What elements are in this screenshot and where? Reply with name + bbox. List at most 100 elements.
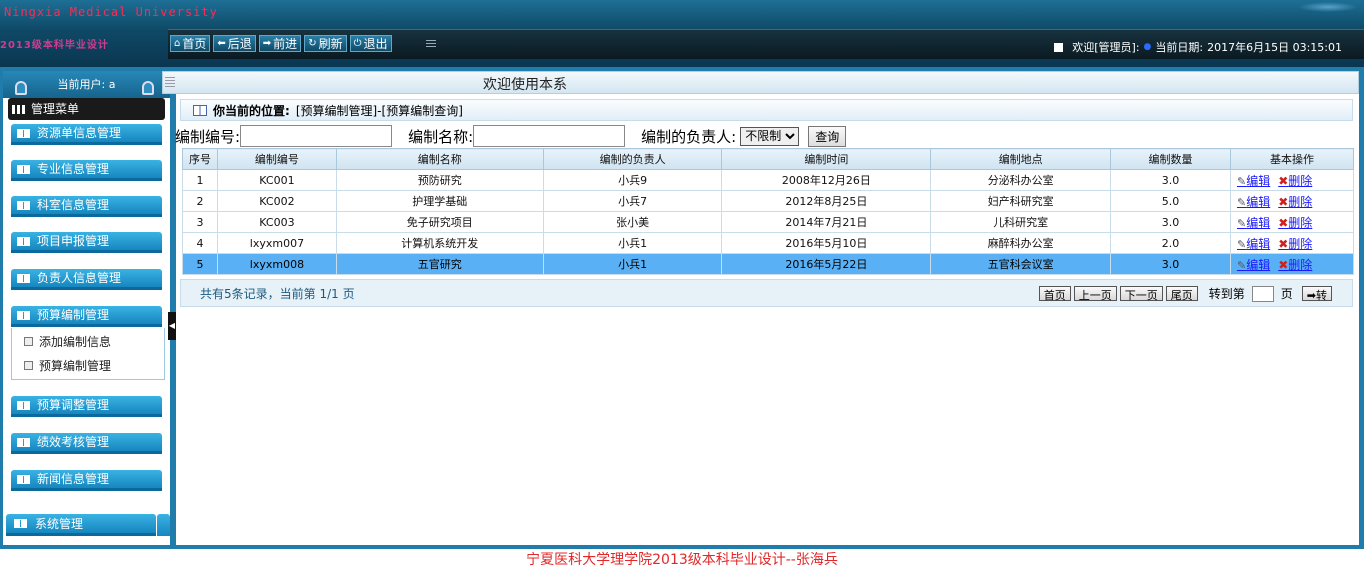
- code-input[interactable]: [240, 125, 393, 147]
- sidebar-item-performance[interactable]: 绩效考核管理: [11, 433, 162, 454]
- table-cell: KC001: [216, 169, 337, 191]
- arrow-left-icon: ⬅: [217, 38, 226, 49]
- table-row[interactable]: 3 KC003 免子研究项目 张小美 2014年7月21日 儿科研究室 3.0 ✎编辑 ✖删除: [182, 211, 1355, 233]
- owner-select[interactable]: 不限制: [740, 126, 800, 146]
- table-cell: 2012年8月25日: [721, 190, 932, 212]
- delete-link[interactable]: ✖删除: [1278, 216, 1312, 230]
- name-input[interactable]: [473, 125, 626, 147]
- sidebar-item-adjust[interactable]: 预算调整管理: [11, 396, 162, 417]
- next-page-button[interactable]: 下一页: [1119, 286, 1163, 302]
- welcome-text: 欢迎[管理员]:: [1072, 41, 1140, 54]
- system-menu[interactable]: 系统管理: [6, 514, 156, 536]
- forward-button[interactable]: ➡ 前进: [258, 35, 302, 52]
- table-cell: 2014年7月21日: [721, 211, 932, 233]
- sub-item-manage[interactable]: 预算编制管理: [24, 357, 111, 374]
- sidebar-item-department[interactable]: 科室信息管理: [11, 196, 162, 217]
- table-row[interactable]: 4 lxyxm007 计算机系统开发 小兵1 2016年5月10日 麻醉科办公室 2.0 ✎编…: [182, 232, 1355, 254]
- pencil-icon: ✎: [1236, 237, 1247, 251]
- sub-item-add[interactable]: 添加编制信息: [24, 333, 111, 350]
- table-row[interactable]: 1 KC001 预防研究 小兵9 2008年12月26日 分泌科办公室 3.0 ✎编辑 ✖删除: [182, 169, 1355, 191]
- table-cell: lxyxm008: [216, 253, 337, 275]
- home-button[interactable]: ⌂ 首页: [170, 35, 211, 52]
- sidebar-item-news[interactable]: 新闻信息管理: [11, 470, 162, 491]
- table-cell: 3.0: [1110, 211, 1231, 233]
- book-icon: [17, 474, 30, 484]
- sidebar-item-major[interactable]: 专业信息管理: [11, 160, 162, 181]
- table-cell: 3: [182, 211, 218, 233]
- column-header[interactable]: 编制数量: [1110, 148, 1231, 170]
- current-date: 2017年6月15日 03:15:01: [1207, 41, 1342, 54]
- welcome-info: 欢迎[管理员]: ● 当前日期: 2017年6月15日 03:15:01: [1054, 39, 1342, 55]
- delete-link[interactable]: ✖删除: [1278, 258, 1312, 272]
- table-cell: 2: [182, 190, 218, 212]
- delete-icon: ✖: [1278, 257, 1289, 272]
- scrolling-banner: 2013级本科毕业设计: [0, 40, 109, 51]
- go-button[interactable]: ➡转: [1301, 286, 1332, 302]
- sidebar-item-owner[interactable]: 负责人信息管理: [11, 269, 162, 290]
- table-cell: 3.0: [1110, 253, 1231, 275]
- table-cell: 分泌科办公室: [930, 169, 1112, 191]
- row-actions: ✎编辑 ✖删除: [1229, 169, 1355, 191]
- delete-link[interactable]: ✖删除: [1278, 195, 1312, 209]
- footer-text: 宁夏医科大学理学院2013级本科毕业设计--张海兵: [526, 552, 838, 568]
- column-header[interactable]: 编制地点: [930, 148, 1112, 170]
- home-icon: ⌂: [174, 38, 181, 49]
- table-cell: 2016年5月22日: [721, 253, 932, 275]
- back-button[interactable]: ⬅ 后退: [213, 35, 256, 52]
- table-row[interactable]: 2 KC002 护理学基础 小兵7 2012年8月25日 妇产科研究室 5.0 ✎编辑 ✖删除: [182, 190, 1355, 212]
- current-user-bar: 当前用户: a: [3, 71, 170, 98]
- welcome-bar: 欢迎使用本系: [162, 71, 1359, 94]
- last-page-button[interactable]: 尾页: [1165, 286, 1198, 302]
- first-page-button[interactable]: 首页: [1038, 286, 1071, 302]
- grip-icon: [165, 77, 175, 88]
- table-cell: 小兵1: [542, 253, 723, 275]
- table-cell: KC002: [216, 190, 337, 212]
- column-header[interactable]: 序号: [182, 148, 218, 170]
- edit-link[interactable]: ✎编辑: [1237, 216, 1270, 230]
- sidebar-item-resource[interactable]: 资源单信息管理: [11, 124, 162, 145]
- table-cell: 儿科研究室: [930, 211, 1112, 233]
- column-header[interactable]: 编制时间: [721, 148, 932, 170]
- prev-page-button[interactable]: 上一页: [1073, 286, 1117, 302]
- edit-link[interactable]: ✎编辑: [1237, 174, 1270, 188]
- dot-icon: ●: [1143, 42, 1152, 52]
- edit-link[interactable]: ✎编辑: [1237, 258, 1270, 272]
- collapse-sidebar-button[interactable]: ◀: [168, 312, 176, 340]
- edit-link[interactable]: ✎编辑: [1237, 237, 1270, 251]
- pagination-bar: 共有5条记录，当前第 1/1 页 首页 上一页 下一页 尾页 转到第 页 ➡转: [180, 279, 1353, 307]
- book-icon: [17, 400, 30, 410]
- nav-buttons: ⌂ 首页 ⬅ 后退 ➡ 前进 ↻ 刷新 ⏻ 退出: [170, 35, 392, 52]
- delete-link[interactable]: ✖删除: [1278, 237, 1312, 251]
- school-name: Ningxia Medical University: [4, 5, 218, 19]
- owner-label: 编制的负责人:: [641, 127, 737, 146]
- table-row[interactable]: 5 lxyxm008 五官研究 小兵1 2016年5月22日 五官科会议室 3.0 ✎编辑 ✖删…: [182, 253, 1355, 275]
- book-icon: [17, 128, 30, 138]
- book-icon: [14, 519, 27, 528]
- square-icon: [1054, 42, 1064, 52]
- column-header[interactable]: 编制的负责人: [542, 148, 723, 170]
- record-count: 共有5条记录，当前第 1/1 页: [200, 286, 355, 301]
- sidebar-item-budget[interactable]: 预算编制管理: [11, 306, 162, 327]
- page-icon: [24, 337, 33, 346]
- sidebar-item-project[interactable]: 项目申报管理: [11, 232, 162, 253]
- system-menu-toggle[interactable]: [157, 514, 170, 536]
- edit-link[interactable]: ✎编辑: [1237, 195, 1270, 209]
- table-cell: 护理学基础: [335, 190, 544, 212]
- ring-icon: [15, 81, 27, 95]
- column-header[interactable]: 编制名称: [335, 148, 544, 170]
- refresh-button[interactable]: ↻ 刷新: [304, 35, 347, 52]
- breadcrumb: 你当前的位置: [预算编制管理]-[预算编制查询]: [180, 99, 1353, 121]
- table-cell: 4: [182, 232, 218, 254]
- page-number-input[interactable]: [1251, 285, 1274, 302]
- column-header[interactable]: 编制编号: [216, 148, 337, 170]
- query-button[interactable]: 查询: [808, 125, 847, 147]
- logout-button[interactable]: ⏻ 退出: [349, 35, 392, 52]
- main-content: 欢迎使用本系 你当前的位置: [预算编制管理]-[预算编制查询] 编制编号: 编…: [162, 71, 1359, 545]
- table-cell: 计算机系统开发: [335, 232, 544, 254]
- column-header[interactable]: 基本操作: [1229, 148, 1355, 170]
- search-form: 编制编号: 编制名称: 编制的负责人: 不限制 查询: [175, 125, 847, 147]
- row-actions: ✎编辑 ✖删除: [1229, 211, 1355, 233]
- table-cell: 3.0: [1110, 169, 1231, 191]
- delete-link[interactable]: ✖删除: [1278, 174, 1312, 188]
- sidebar: 当前用户: a 管理菜单 资源单信息管理 专业信息管理 科室信息管理 项目申报管…: [3, 71, 170, 545]
